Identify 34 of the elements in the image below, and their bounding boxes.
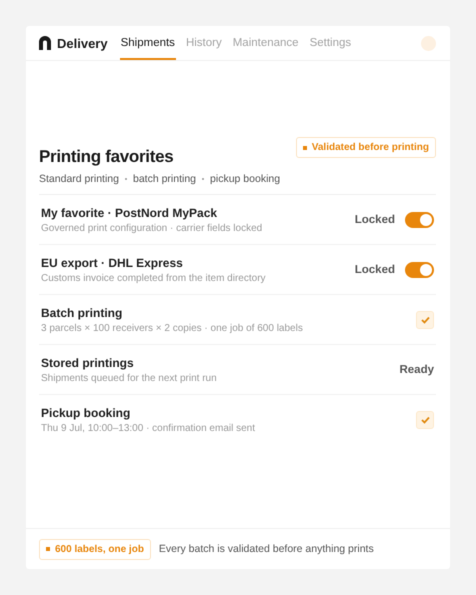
nav-tab[interactable]: Maintenance — [232, 26, 300, 60]
checkbox[interactable] — [416, 410, 434, 428]
subtitle-item: batch printing — [132, 173, 196, 185]
toggle-switch[interactable] — [405, 212, 434, 228]
subtitle-item: pickup booking — [210, 173, 280, 185]
checkmark-icon — [420, 316, 430, 324]
status-label: Ready — [399, 364, 434, 376]
brand-name: Delivery — [57, 36, 108, 50]
separator-dot-icon — [124, 178, 127, 180]
status-label: Locked — [354, 264, 395, 276]
nav-tab[interactable]: History — [184, 26, 223, 60]
row-detail: Governed print configuration · carrier fields locked — [41, 222, 264, 234]
subtitle-item: Standard printing — [39, 173, 119, 185]
row-detail: Shipments queued for the next print run — [41, 372, 218, 384]
row-title: Pickup booking — [41, 406, 132, 420]
section-title: Printing favorites — [39, 147, 174, 167]
status-badge: Validated before printing — [296, 137, 436, 158]
arch-logo-icon — [38, 36, 52, 50]
toggle-switch[interactable] — [405, 262, 434, 278]
summary-badge: 600 labels, one job — [39, 538, 151, 560]
nav-tab[interactable]: Settings — [308, 26, 352, 60]
row-title: My favorite · PostNord MyPack — [41, 206, 218, 220]
nav-tab[interactable]: Shipments — [120, 26, 176, 60]
row-detail: Customs invoice completed from the item directory — [41, 272, 267, 284]
row-title: EU export · DHL Express — [41, 256, 184, 270]
row-detail: 3 parcels × 100 receivers × 2 copies · one job of 600 labels — [41, 322, 304, 334]
checkmark-icon — [420, 416, 430, 424]
separator-dot-icon — [202, 178, 204, 180]
row-title: Stored printings — [41, 356, 135, 370]
status-label: Locked — [354, 214, 395, 226]
row-detail: Thu 9 Jul, 10:00–13:00 · confirmation email sent — [41, 422, 256, 434]
footer-note: Every batch is validated before anything prints — [158, 543, 374, 555]
row-title: Batch printing — [41, 306, 124, 320]
checkbox[interactable] — [416, 310, 434, 328]
